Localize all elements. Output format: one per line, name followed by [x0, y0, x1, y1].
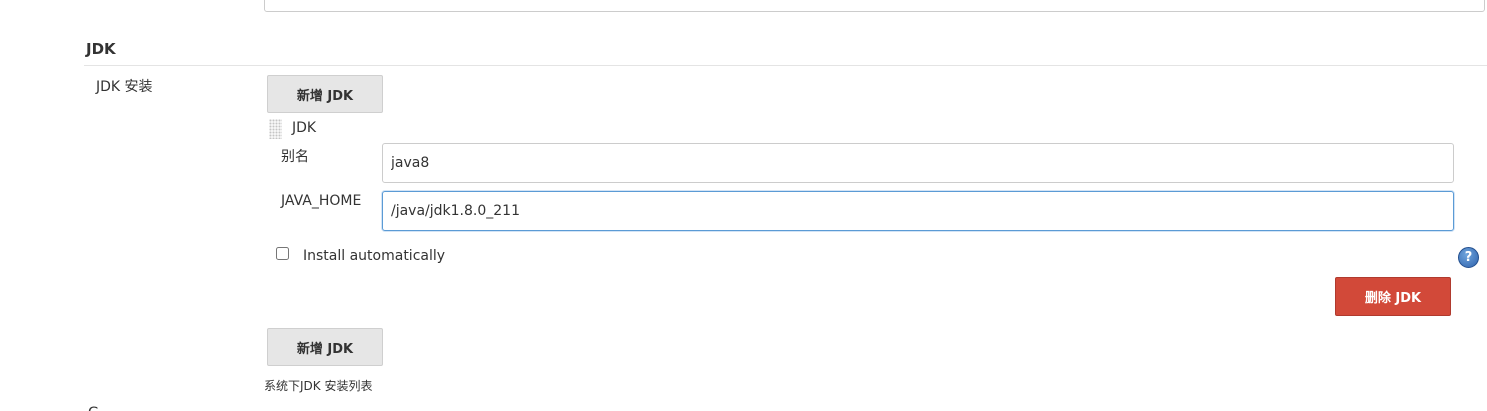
jdk-section-description: 系统下JDK 安装列表 [264, 379, 373, 393]
add-jdk-button[interactable]: 新增 JDK [267, 75, 383, 113]
section-title-jdk: JDK [86, 40, 116, 58]
install-automatically-label[interactable]: Install automatically [303, 248, 445, 264]
jdk-installations-label: JDK 安装 [96, 79, 153, 95]
alias-input[interactable] [382, 143, 1454, 183]
add-jdk-button-bottom[interactable]: 新增 JDK [267, 328, 383, 366]
previous-setting-input[interactable]: g g [264, 0, 1485, 12]
delete-jdk-button[interactable]: 删除 JDK [1335, 277, 1451, 316]
previous-setting-input-text: g g [415, 0, 437, 1]
section-divider [84, 65, 1487, 66]
help-icon[interactable]: ? [1458, 247, 1479, 268]
java-home-input[interactable] [382, 191, 1454, 231]
java-home-label: JAVA_HOME [281, 193, 362, 209]
drag-handle-icon[interactable] [269, 119, 282, 139]
install-automatically-checkbox[interactable] [276, 247, 289, 260]
next-section-title: G [88, 405, 99, 411]
alias-label: 别名 [281, 149, 309, 165]
jdk-installation-header: JDK [292, 120, 317, 136]
